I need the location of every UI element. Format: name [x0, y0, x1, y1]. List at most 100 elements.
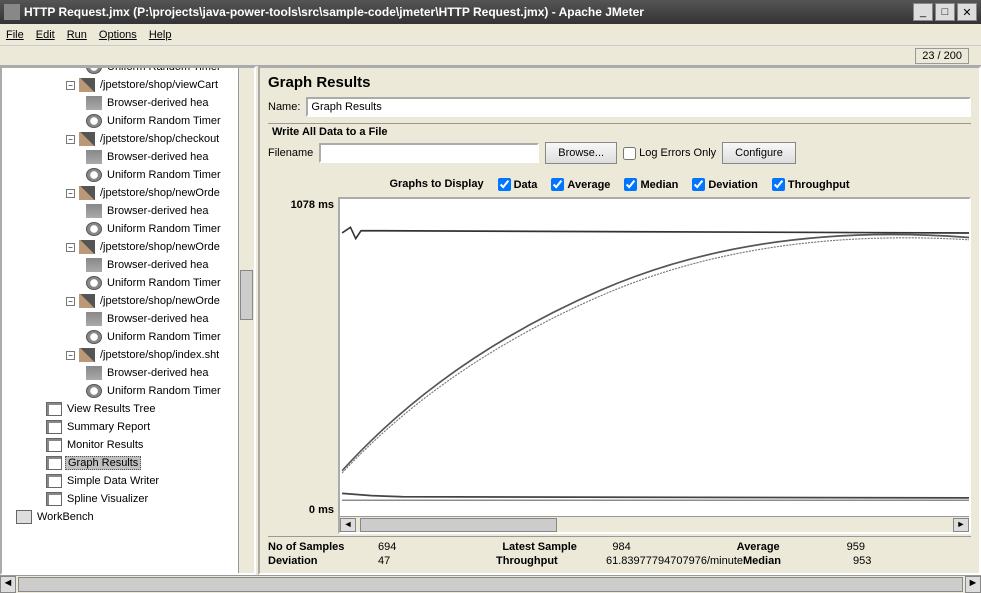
median-value: 953 — [853, 555, 871, 567]
tree-node[interactable]: WorkBench — [2, 508, 238, 526]
window-title: HTTP Request.jmx (P:\projects\java-power… — [24, 5, 913, 19]
tree-node[interactable]: −/jpetstore/shop/viewCart — [2, 76, 238, 94]
menu-options[interactable]: Options — [99, 29, 137, 41]
tree-node[interactable]: Uniform Random Timer — [2, 274, 238, 292]
tree-node[interactable]: Browser-derived hea — [2, 202, 238, 220]
tree-node[interactable]: Monitor Results — [2, 436, 238, 454]
tree-label: Browser-derived hea — [105, 367, 211, 379]
deviation-line — [342, 493, 969, 498]
menu-help[interactable]: Help — [149, 29, 172, 41]
timer-icon — [86, 330, 102, 344]
tree-node[interactable]: −/jpetstore/shop/newOrde — [2, 184, 238, 202]
tree-node[interactable]: Simple Data Writer — [2, 472, 238, 490]
tree-label: Uniform Random Timer — [105, 66, 223, 73]
filename-label: Filename — [268, 147, 313, 159]
tree-label: Browser-derived hea — [105, 151, 211, 163]
scrollbar-thumb[interactable] — [240, 270, 253, 320]
cb-average[interactable]: Average — [551, 178, 610, 191]
header-icon — [86, 150, 102, 164]
tree-toggle-icon[interactable]: − — [66, 243, 75, 252]
data-line — [342, 227, 969, 238]
tree-panel[interactable]: Uniform Random Timer −/jpetstore/shop/vie… — [0, 66, 256, 575]
h-scroll-thumb[interactable] — [360, 518, 557, 532]
menu-edit[interactable]: Edit — [36, 29, 55, 41]
tree-node[interactable]: Graph Results — [2, 454, 238, 472]
tree-label: View Results Tree — [65, 403, 157, 415]
tree-node[interactable]: Browser-derived hea — [2, 310, 238, 328]
tree-label: /jpetstore/shop/newOrde — [98, 295, 222, 307]
wb-icon — [16, 510, 32, 524]
tree-label: Uniform Random Timer — [105, 223, 223, 235]
tree-node[interactable]: Uniform Random Timer — [2, 220, 238, 238]
pencil-icon — [79, 240, 95, 254]
y-max-label: 1078 ms — [291, 199, 334, 211]
tree-node[interactable]: − /jpetstore/shop/newOrde — [2, 238, 238, 256]
tree-label: Uniform Random Timer — [105, 385, 223, 397]
scroll-left-icon[interactable]: ◄ — [340, 518, 356, 532]
menu-run[interactable]: Run — [67, 29, 87, 41]
tree-scrollbar[interactable] — [238, 68, 254, 573]
tree-toggle-icon[interactable]: − — [66, 135, 75, 144]
browse-button[interactable]: Browse... — [545, 142, 617, 164]
tree-node[interactable]: View Results Tree — [2, 400, 238, 418]
timer-icon — [86, 384, 102, 398]
tree-node[interactable]: −/jpetstore/shop/index.sht — [2, 346, 238, 364]
maximize-button[interactable]: □ — [935, 3, 955, 21]
tree-node[interactable]: Uniform Random Timer — [2, 382, 238, 400]
timer-icon — [86, 114, 102, 128]
panel-title: Graph Results — [268, 74, 971, 91]
scroll-right-icon[interactable]: ► — [953, 518, 969, 532]
report-icon — [46, 492, 62, 506]
throughput-label: Throughput — [496, 555, 606, 567]
median-label: Median — [743, 555, 853, 567]
cb-median[interactable]: Median — [624, 178, 678, 191]
tree-node[interactable]: Browser-derived hea — [2, 148, 238, 166]
tree-node[interactable]: Uniform Random Timer — [2, 328, 238, 346]
tree-toggle-icon[interactable]: − — [66, 297, 75, 306]
log-errors-checkbox[interactable]: Log Errors Only — [623, 147, 716, 160]
timer-icon — [86, 66, 102, 74]
latest-label: Latest Sample — [502, 541, 612, 553]
tree-node[interactable]: Browser-derived hea — [2, 256, 238, 274]
deviation-label: Deviation — [268, 555, 378, 567]
tree-node[interactable]: Spline Visualizer — [2, 490, 238, 508]
filename-input[interactable] — [319, 143, 539, 163]
tree-node[interactable]: Uniform Random Timer — [2, 166, 238, 184]
chart-h-scrollbar[interactable]: ◄ ► — [340, 516, 969, 532]
bottom-scrollbar[interactable]: ◄ ► — [0, 575, 981, 593]
pencil-icon — [79, 132, 95, 146]
name-input[interactable] — [306, 97, 971, 117]
tree-node[interactable]: − /jpetstore/shop/newOrde — [2, 292, 238, 310]
tree-toggle-icon[interactable]: − — [66, 351, 75, 360]
file-legend: Write All Data to a File — [268, 126, 971, 138]
tree-node[interactable]: Browser-derived hea — [2, 94, 238, 112]
tree-toggle-icon[interactable]: − — [66, 81, 75, 90]
tree-label: Monitor Results — [65, 439, 145, 451]
cb-deviation[interactable]: Deviation — [692, 178, 758, 191]
bottom-scroll-left-icon[interactable]: ◄ — [0, 576, 16, 593]
bottom-scroll-thumb[interactable] — [18, 577, 963, 592]
bottom-scroll-right-icon[interactable]: ► — [965, 576, 981, 593]
tree-label: /jpetstore/shop/newOrde — [98, 241, 222, 253]
tree-label: /jpetstore/shop/checkout — [98, 133, 221, 145]
tree-node[interactable]: Uniform Random Timer — [2, 112, 238, 130]
tree-label: Browser-derived hea — [105, 97, 211, 109]
report-icon — [46, 402, 62, 416]
configure-button[interactable]: Configure — [722, 142, 796, 164]
timer-icon — [86, 222, 102, 236]
cb-data[interactable]: Data — [498, 178, 538, 191]
close-button[interactable]: ✕ — [957, 3, 977, 21]
menu-file[interactable]: File — [6, 29, 24, 41]
report-icon — [46, 474, 62, 488]
average-label: Average — [737, 541, 847, 553]
chart-svg — [340, 199, 969, 516]
minimize-button[interactable]: _ — [913, 3, 933, 21]
tree-node[interactable]: Summary Report — [2, 418, 238, 436]
pencil-icon — [79, 348, 95, 362]
tree-node[interactable]: Browser-derived hea — [2, 364, 238, 382]
tree-node[interactable]: − /jpetstore/shop/checkout — [2, 130, 238, 148]
cb-throughput[interactable]: Throughput — [772, 178, 850, 191]
tree-toggle-icon[interactable]: − — [66, 189, 75, 198]
tree-node[interactable]: Uniform Random Timer — [2, 66, 238, 76]
y-min-label: 0 ms — [309, 504, 334, 516]
